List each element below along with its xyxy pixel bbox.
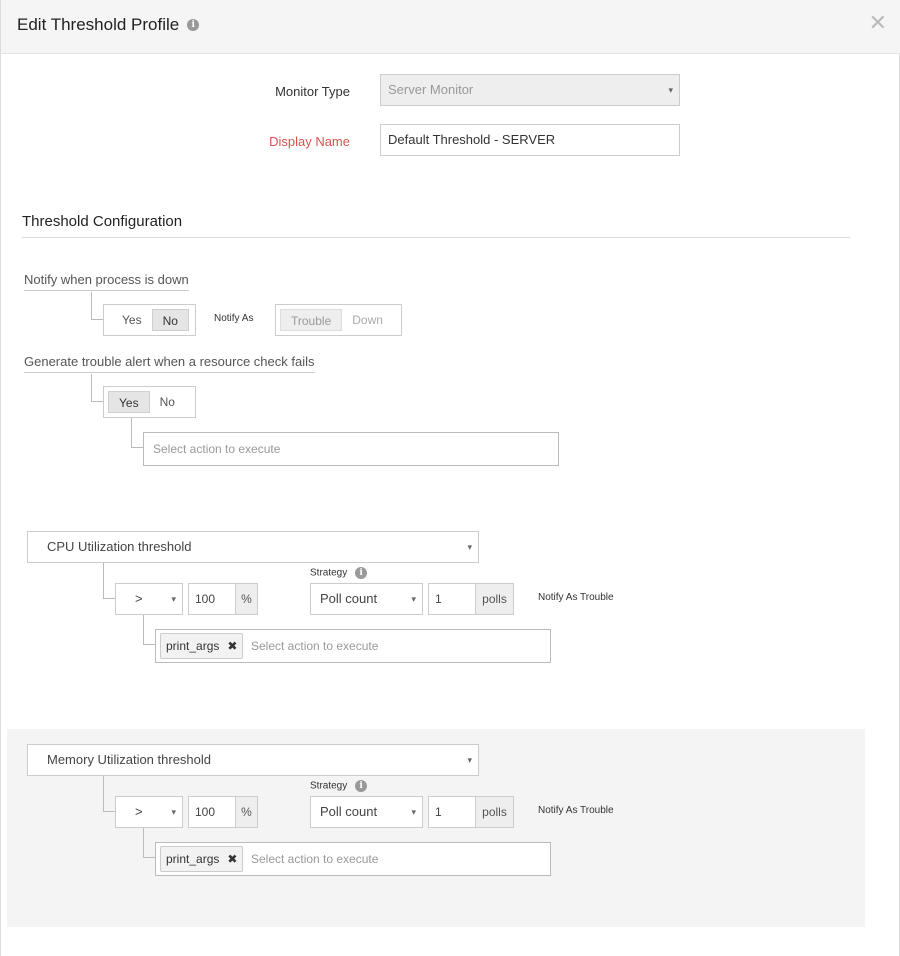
resource-check-yes[interactable]: Yes [108,391,150,413]
remove-icon[interactable]: ✖ [227,639,237,653]
display-name-input[interactable]: Default Threshold - SERVER [380,124,680,156]
memory-unit-addon: % [235,796,258,828]
resource-check-action-input[interactable]: Select action to execute [143,432,559,466]
edit-threshold-dialog: Edit Threshold Profile i ✕ Monitor Type S… [0,0,900,956]
monitor-type-select: Server Monitor ▾ [380,74,680,106]
chevron-down-icon: ▾ [411,807,416,817]
notify-as-down: Down [352,313,383,327]
cpu-value-input[interactable]: 100 [188,583,236,615]
cpu-unit-addon: % [235,583,258,615]
notify-process-down-yes[interactable]: Yes [112,309,152,331]
info-icon[interactable]: i [187,18,200,31]
action-placeholder: Select action to execute [251,639,379,653]
tree-connector [143,828,155,858]
action-chip-label: print_args [166,852,220,866]
memory-strategy-select[interactable]: Poll count ▾ [310,796,423,828]
monitor-type-value: Server Monitor [388,82,474,97]
tree-connector [131,418,143,448]
memory-threshold-select[interactable]: Memory Utilization threshold ▾ [27,744,479,776]
notify-as-label: Notify As [214,313,254,324]
cpu-operator-select[interactable]: > ▾ [115,583,183,615]
memory-value-input[interactable]: 100 [188,796,236,828]
notify-process-down-no[interactable]: No [151,309,189,331]
chevron-down-icon: ▾ [411,594,416,604]
monitor-type-label: Monitor Type [275,84,350,99]
action-chip: print_args ✖ [160,846,244,872]
cpu-action-input[interactable]: print_args ✖ Select action to execute [155,629,551,663]
cpu-strategy-label-text: Strategy [310,567,348,579]
tree-connector [91,374,103,402]
chevron-down-icon: ▾ [171,807,176,817]
memory-polls-input[interactable]: 1 [428,796,476,828]
threshold-configuration-heading: Threshold Configuration [22,213,183,230]
resource-check-label: Generate trouble alert when a resource c… [24,354,315,373]
chevron-down-icon: ▾ [467,755,472,765]
cpu-threshold-label: CPU Utilization threshold [47,539,192,554]
dialog-header: Edit Threshold Profile i ✕ [1,0,900,54]
memory-operator-select[interactable]: > ▾ [115,796,183,828]
memory-strategy-value: Poll count [320,804,378,819]
tree-connector [91,292,103,320]
action-chip-label: print_args [166,639,220,653]
memory-strategy-label-text: Strategy [310,780,348,792]
cpu-strategy-label: Strategy i [310,567,368,579]
chevron-down-icon: ▾ [668,85,673,95]
tree-connector [103,776,115,812]
cpu-operator-value: > [135,591,143,606]
close-icon[interactable]: ✕ [869,12,887,34]
dialog-title: Edit Threshold Profile i [17,15,200,35]
cpu-notify-as: Notify As Trouble [538,592,614,603]
chevron-down-icon: ▾ [171,594,176,604]
action-placeholder: Select action to execute [251,852,379,866]
action-chip: print_args ✖ [160,633,244,659]
notify-process-down-label: Notify when process is down [24,272,189,291]
notify-process-down-toggle[interactable]: Yes No [103,304,196,336]
section-divider [22,237,850,238]
resource-check-no[interactable]: No [150,391,185,413]
resource-check-toggle[interactable]: Yes No [103,386,196,418]
cpu-polls-addon: polls [475,583,514,615]
cpu-threshold-select[interactable]: CPU Utilization threshold ▾ [27,531,479,563]
cpu-strategy-value: Poll count [320,591,378,606]
notify-as-trouble: Trouble [280,309,343,331]
info-icon[interactable]: i [355,780,368,792]
info-icon[interactable]: i [355,567,368,579]
remove-icon[interactable]: ✖ [227,852,237,866]
chevron-down-icon: ▾ [467,542,472,552]
cpu-strategy-select[interactable]: Poll count ▾ [310,583,423,615]
dialog-title-text: Edit Threshold Profile [17,15,180,34]
display-name-label: Display Name [269,134,350,149]
memory-strategy-label: Strategy i [310,780,368,792]
memory-polls-addon: polls [475,796,514,828]
tree-connector [143,615,155,645]
cpu-polls-input[interactable]: 1 [428,583,476,615]
memory-action-input[interactable]: print_args ✖ Select action to execute [155,842,551,876]
memory-operator-value: > [135,804,143,819]
display-name-value: Default Threshold - SERVER [388,132,556,147]
memory-notify-as: Notify As Trouble [538,805,614,816]
memory-threshold-label: Memory Utilization threshold [47,752,212,767]
action-placeholder: Select action to execute [153,442,281,456]
notify-as-toggle: Trouble Down [275,304,402,336]
tree-connector [103,563,115,599]
